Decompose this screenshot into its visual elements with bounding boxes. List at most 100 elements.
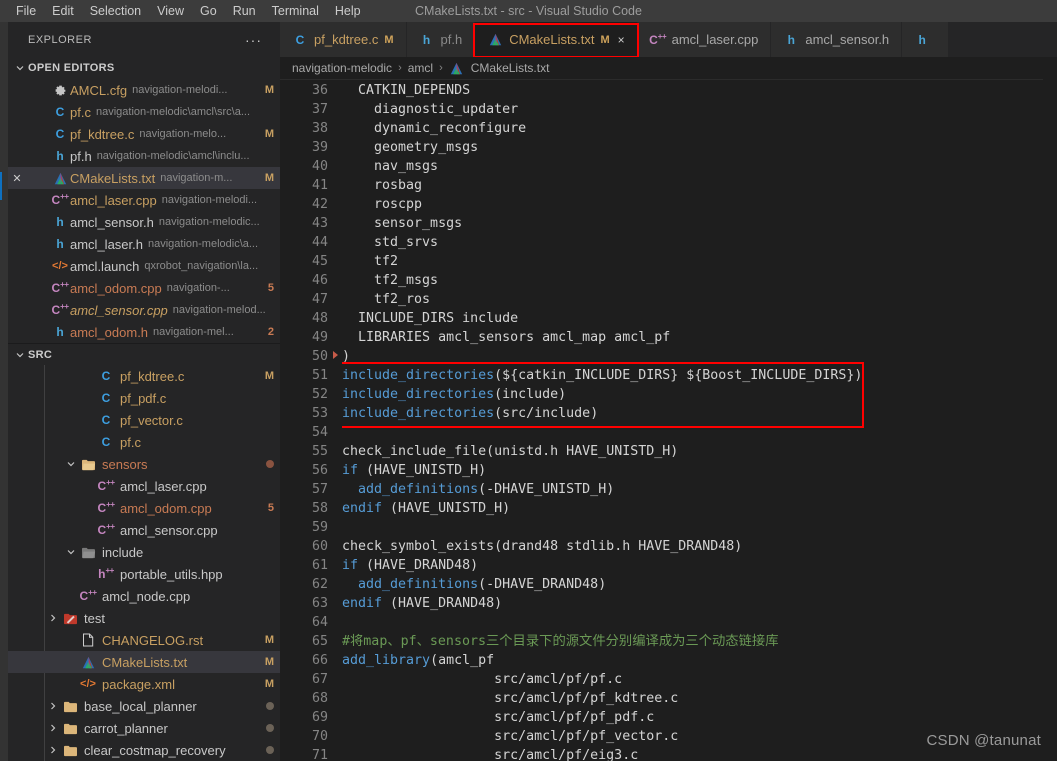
chevron-down-icon[interactable]	[64, 459, 78, 469]
code-line[interactable]: LIBRARIES amcl_sensors amcl_map amcl_pf	[342, 328, 1057, 347]
tree-folder-item[interactable]: base_local_planner	[8, 695, 280, 717]
code-line[interactable]: INCLUDE_DIRS include	[342, 309, 1057, 328]
code-line[interactable]: roscpp	[342, 195, 1057, 214]
tree-folder-item[interactable]: sensors	[8, 453, 280, 475]
code-line[interactable]: add_definitions(-DHAVE_UNISTD_H)	[342, 480, 1057, 499]
menu-file[interactable]: File	[8, 1, 44, 21]
code-line[interactable]: sensor_msgs	[342, 214, 1057, 233]
more-actions-icon[interactable]: ···	[245, 32, 262, 48]
tree-file-item[interactable]: Cpf_pdf.c	[8, 387, 280, 409]
code-line[interactable]: tf2_msgs	[342, 271, 1057, 290]
editor-tab[interactable]: C ++ amcl_laser.cpp	[637, 22, 772, 57]
code-line[interactable]	[342, 518, 1057, 537]
open-editor-item[interactable]: Cpf.c navigation-melodic\amcl\src\a...	[8, 101, 280, 123]
status-badge: M	[264, 678, 274, 690]
chevron-right-icon[interactable]	[46, 701, 60, 711]
code-line[interactable]: if (HAVE_UNISTD_H)	[342, 461, 1057, 480]
chevron-right-icon[interactable]	[46, 613, 60, 623]
code-line[interactable]: src/amcl/pf/pf_kdtree.c	[342, 689, 1057, 708]
editor-tab[interactable]: Cpf_kdtree.c M	[280, 22, 407, 57]
code-line[interactable]: check_include_file(unistd.h HAVE_UNISTD_…	[342, 442, 1057, 461]
chevron-right-icon[interactable]	[46, 745, 60, 755]
code-line[interactable]: std_srvs	[342, 233, 1057, 252]
tree-file-item[interactable]: C ++ amcl_laser.cpp	[8, 475, 280, 497]
open-editor-item[interactable]: C ++ amcl_odom.cpp navigation-... 5	[8, 277, 280, 299]
tree-file-item[interactable]: CMakeLists.txt M	[8, 651, 280, 673]
open-editor-item[interactable]: </> amcl.launch qxrobot_navigation\la...	[8, 255, 280, 277]
open-editor-item[interactable]: h amcl_laser.h navigation-melodic\a...	[8, 233, 280, 255]
open-editor-item[interactable]: h amcl_sensor.h navigation-melodic...	[8, 211, 280, 233]
tree-folder-item[interactable]: clear_costmap_recovery	[8, 739, 280, 761]
code-line[interactable]: tf2_ros	[342, 290, 1057, 309]
breadcrumb-item[interactable]: amcl	[408, 61, 433, 75]
activity-bar[interactable]	[0, 22, 8, 761]
code-line[interactable]: geometry_msgs	[342, 138, 1057, 157]
code-line[interactable]: dynamic_reconfigure	[342, 119, 1057, 138]
open-editor-item[interactable]: Cpf_kdtree.c navigation-melo... M	[8, 123, 280, 145]
menu-go[interactable]: Go	[192, 1, 225, 21]
tree-file-item[interactable]: Cpf.c	[8, 431, 280, 453]
breadcrumb-item[interactable]: CMakeLists.txt	[471, 61, 550, 75]
code-line[interactable]: src/amcl/pf/pf_pdf.c	[342, 708, 1057, 727]
code-line[interactable]: )	[342, 347, 1057, 366]
open-editor-item[interactable]: AMCL.cfg navigation-melodi... M	[8, 79, 280, 101]
breadcrumb-item[interactable]: navigation-melodic	[292, 61, 392, 75]
code-line[interactable]: check_symbol_exists(drand48 stdlib.h HAV…	[342, 537, 1057, 556]
code-line[interactable]: add_library(amcl_pf	[342, 651, 1057, 670]
open-editor-item[interactable]: h pf.h navigation-melodic\amcl\inclu...	[8, 145, 280, 167]
fold-marker-icon[interactable]	[333, 351, 338, 359]
tree-file-item[interactable]: Cpf_kdtree.c M	[8, 365, 280, 387]
tree-file-item[interactable]: C ++ amcl_node.cpp	[8, 585, 280, 607]
menu-selection[interactable]: Selection	[82, 1, 149, 21]
code-line[interactable]: endif (HAVE_DRAND48)	[342, 594, 1057, 613]
editor-tab[interactable]: h pf.h	[406, 22, 476, 57]
minimap-strip[interactable]	[1043, 79, 1057, 761]
code-line[interactable]: endif (HAVE_UNISTD_H)	[342, 499, 1057, 518]
breadcrumb[interactable]: navigation-melodic › amcl › CMakeLists.txt	[280, 57, 1057, 79]
code-line[interactable]: include_directories(src/include)	[342, 404, 1057, 423]
status-dot-badge	[266, 724, 274, 732]
code-line[interactable]: nav_msgs	[342, 157, 1057, 176]
code-line[interactable]	[342, 613, 1057, 632]
section-src[interactable]: SRC	[8, 343, 280, 365]
code-line[interactable]: include_directories(include)	[342, 385, 1057, 404]
code-line[interactable]: rosbag	[342, 176, 1057, 195]
code-content[interactable]: CATKIN_DEPENDS diagnostic_updater dynami…	[342, 79, 1057, 761]
code-line[interactable]: if (HAVE_DRAND48)	[342, 556, 1057, 575]
menu-run[interactable]: Run	[225, 1, 264, 21]
tree-file-item[interactable]: h ++ portable_utils.hpp	[8, 563, 280, 585]
code-line[interactable]: add_definitions(-DHAVE_DRAND48)	[342, 575, 1057, 594]
menu-view[interactable]: View	[149, 1, 192, 21]
editor-tab[interactable]: CMakeLists.txt M ×	[475, 22, 638, 57]
editor-tab[interactable]: h amcl_sensor.h	[771, 22, 903, 57]
tree-folder-item[interactable]: carrot_planner	[8, 717, 280, 739]
tree-folder-item[interactable]: include	[8, 541, 280, 563]
code-editor[interactable]: 36 37 38 39 40 41 42 43 44 45 46 47 48 49 50 51 52 53 54 55…	[280, 79, 1057, 761]
code-line[interactable]: src/amcl/pf/pf.c	[342, 670, 1057, 689]
tree-file-item[interactable]: CHANGELOG.rst M	[8, 629, 280, 651]
code-line[interactable]	[342, 423, 1057, 442]
code-line[interactable]: diagnostic_updater	[342, 100, 1057, 119]
menu-edit[interactable]: Edit	[44, 1, 82, 21]
chevron-right-icon[interactable]	[46, 723, 60, 733]
chevron-down-icon[interactable]	[64, 547, 78, 557]
section-open-editors[interactable]: OPEN EDITORS	[8, 57, 280, 79]
menu-terminal[interactable]: Terminal	[264, 1, 327, 21]
tree-file-item[interactable]: Cpf_vector.c	[8, 409, 280, 431]
code-line[interactable]: tf2	[342, 252, 1057, 271]
open-editor-item[interactable]: ✕ CMakeLists.txt navigation-m... M	[8, 167, 280, 189]
editor-tab[interactable]: h	[902, 22, 950, 57]
menu-help[interactable]: Help	[327, 1, 369, 21]
close-icon[interactable]: ✕	[8, 172, 26, 185]
close-icon[interactable]: ×	[618, 33, 625, 47]
tree-file-item[interactable]: </> package.xml M	[8, 673, 280, 695]
tree-file-item[interactable]: C ++ amcl_sensor.cpp	[8, 519, 280, 541]
code-line[interactable]: #将map、pf、sensors三个目录下的源文件分别编译成为三个动态链接库	[342, 632, 1057, 651]
code-line[interactable]: include_directories(${catkin_INCLUDE_DIR…	[342, 366, 1057, 385]
open-editor-item[interactable]: C ++ amcl_sensor.cpp navigation-melod...	[8, 299, 280, 321]
code-line[interactable]: CATKIN_DEPENDS	[342, 81, 1057, 100]
open-editor-item[interactable]: C ++ amcl_laser.cpp navigation-melodi...	[8, 189, 280, 211]
open-editor-item[interactable]: h amcl_odom.h navigation-mel... 2	[8, 321, 280, 343]
tree-folder-item[interactable]: test	[8, 607, 280, 629]
tree-file-item[interactable]: C ++ amcl_odom.cpp 5	[8, 497, 280, 519]
